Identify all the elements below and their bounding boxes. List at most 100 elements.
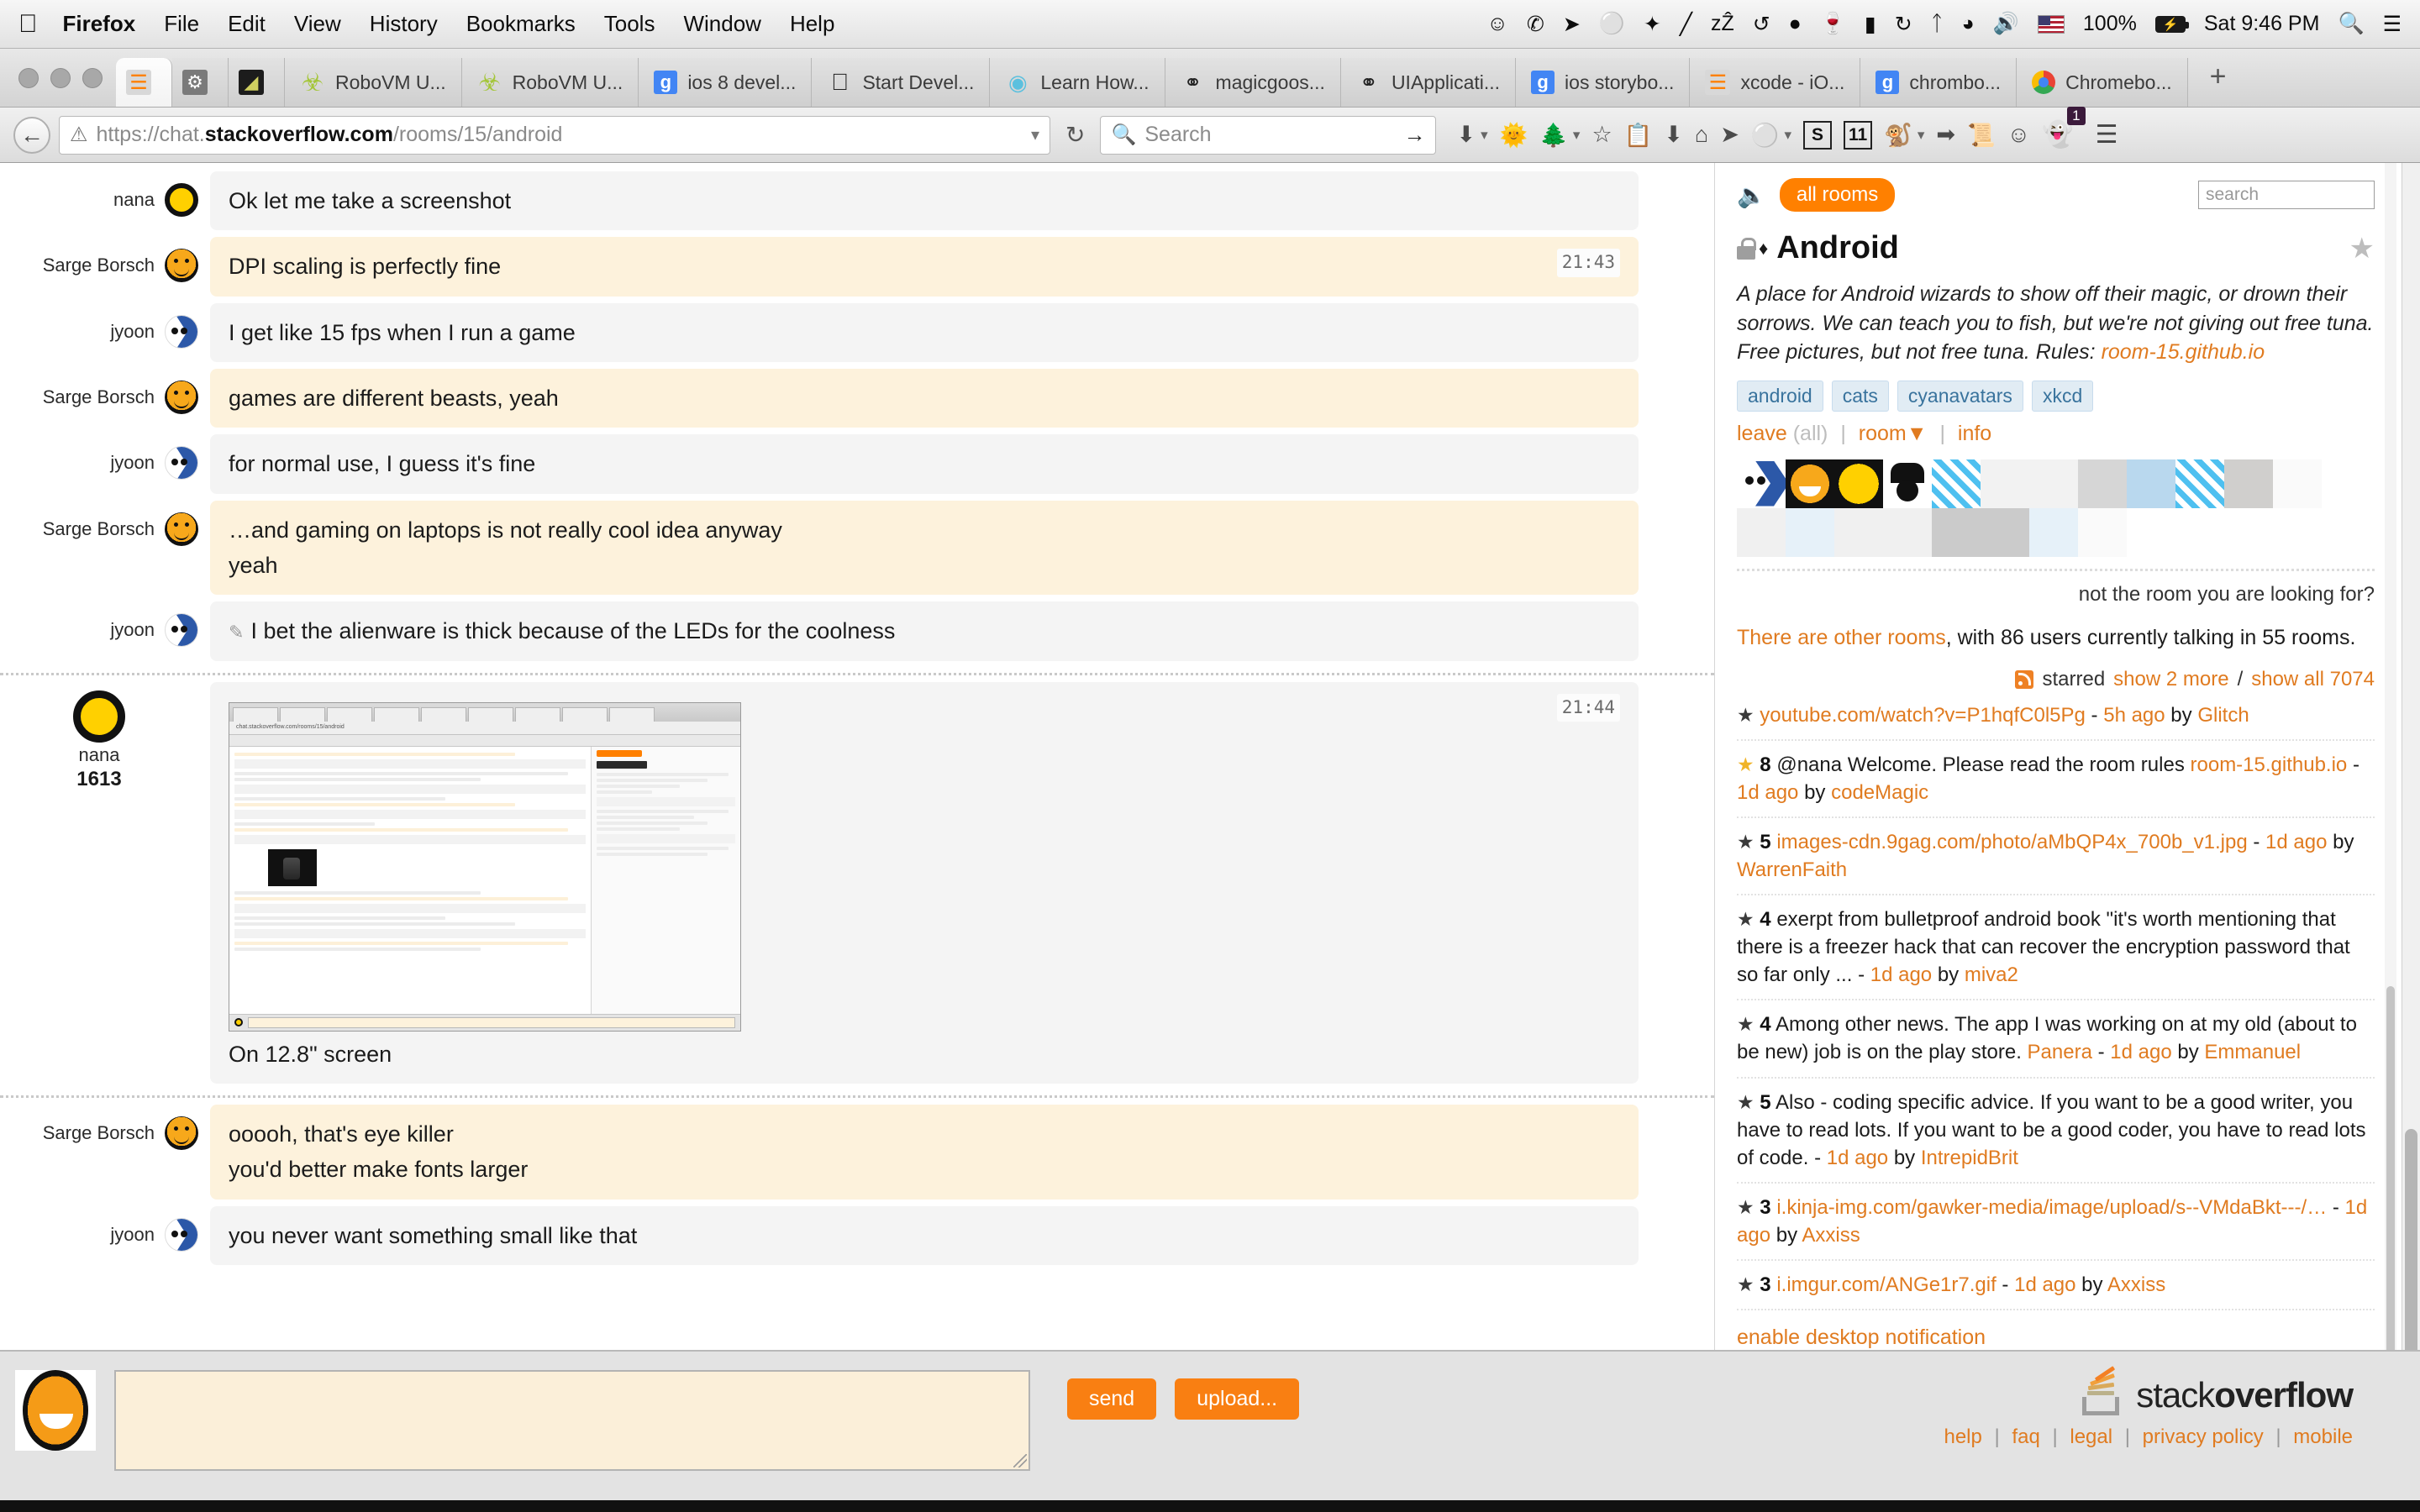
bookmark-star-icon[interactable]: ☆ [1591,122,1612,148]
message-row[interactable]: jyoon ✎ I bet the alienware is thick beca… [0,598,1714,664]
message-row[interactable]: jyoon for normal use, I guess it's fine [0,431,1714,496]
starred-link[interactable]: images-cdn.9gag.com/photo/aMbQP4x_700b_v… [1776,831,2247,853]
user-avatar[interactable] [2273,459,2322,508]
wine-glass-icon[interactable]: 🍷 [1820,12,1846,36]
slash-icon[interactable]: ╱ [1680,12,1692,37]
reload-button[interactable]: ↻ [1059,121,1092,149]
user-avatar[interactable] [1932,507,1981,557]
viber-icon[interactable]: ✆ [1527,12,1544,37]
user-avatar[interactable] [2224,459,2273,508]
message-username[interactable]: nana [79,744,120,766]
menubar-item-view[interactable]: View [294,11,341,37]
leave-room-link[interactable]: leave [1737,422,1787,445]
user-avatar[interactable] [2078,459,2127,508]
menubar-item-tools[interactable]: Tools [604,11,655,37]
person-icon[interactable]: ☺ [1486,12,1508,36]
starred-author[interactable]: miva2 [1965,963,2018,986]
footer-link-mobile[interactable]: mobile [2293,1425,2353,1448]
send-button[interactable]: send [1067,1378,1157,1420]
ghostery-button[interactable]: 👻 1 [2042,107,2086,150]
stylish-icon[interactable]: S [1803,120,1833,150]
avatar[interactable] [73,690,125,743]
avatar[interactable] [165,512,198,546]
room-menu-link[interactable]: room▼ [1859,422,1928,445]
message-input[interactable] [114,1370,1030,1471]
url-bar[interactable]: ⚠ https://chat.stackoverflow.com/rooms/1… [59,115,1050,155]
home-icon[interactable]: ⌂ [1695,122,1708,148]
starred-time[interactable]: 1d ago [1827,1147,1888,1169]
starred-author[interactable]: codeMagic [1831,781,1928,804]
user-avatar[interactable] [1834,459,1883,508]
message-signature[interactable]: jyoon [0,1206,210,1252]
message-row[interactable]: Sarge Borsch ooooh, that's eye killer yo… [0,1101,1714,1203]
browser-tab-13[interactable]: Chromebo... [2017,58,2188,107]
page-scrollbar[interactable] [2402,163,2420,1511]
browser-tab-1[interactable]: ⚙ [172,58,229,107]
avatar[interactable] [165,446,198,480]
starred-message-item[interactable]: ★ 8 @nana Welcome. Please read the room … [1737,741,2375,818]
my-avatar[interactable] [15,1370,96,1451]
starred-author[interactable]: WarrenFaith [1737,858,1847,881]
battery-meter-icon[interactable]: ▮ [1865,12,1876,37]
sidebar-search-input[interactable]: search [2198,181,2375,209]
starred-time[interactable]: 1d ago [1870,963,1932,986]
menubar-item-help[interactable]: Help [790,11,834,37]
rss-icon[interactable] [2015,669,2034,689]
user-avatar[interactable] [1786,459,1834,508]
zoom-level-badge[interactable]: 11 [1844,120,1873,150]
battery-icon[interactable]: ⚡ [2154,15,2189,33]
avatar[interactable] [165,183,198,217]
browser-tab-2[interactable]: ◢ [229,58,285,107]
room-tag[interactable]: cats [1831,380,1889,412]
message-username[interactable]: jyoon [110,321,155,343]
sidebar-scrollbar[interactable] [2385,163,2396,1511]
message-row[interactable]: Sarge Borsch games are different beasts,… [0,365,1714,431]
user-avatar[interactable] [2175,459,2224,508]
us-flag-icon[interactable] [2037,14,2065,34]
message-bubble[interactable]: chat.stackoverflow.com/rooms/15/android [210,681,1639,1084]
browser-tab-5[interactable]: g ios 8 devel... [639,58,813,107]
message-bubble[interactable]: ✎ I bet the alienware is thick because of… [210,601,1639,661]
dropdown-caret-icon[interactable]: ▾ [1918,127,1925,144]
starred-message-item[interactable]: ★ 4 exerpt from bulletproof android book… [1737,895,2375,1001]
avatar[interactable] [165,1217,198,1252]
user-avatar[interactable] [1834,507,1883,557]
clock-label[interactable]: Sat 9:46 PM [2204,12,2320,36]
room-tag[interactable]: cyanavatars [1897,380,2023,412]
favorite-star-icon[interactable]: ★ [2349,232,2375,265]
starred-time[interactable]: 1d ago [2014,1273,2075,1296]
user-avatar[interactable] [2078,507,2127,557]
menubar-item-bookmarks[interactable]: Bookmarks [466,11,576,37]
browser-tab-4[interactable]: ☣ RoboVM U... [461,58,639,107]
message-signature[interactable]: Sarge Borsch [0,237,210,283]
tree-icon[interactable]: 🌲 [1539,122,1568,149]
avatar[interactable] [165,380,198,414]
attached-screenshot[interactable]: chat.stackoverflow.com/rooms/15/android [229,694,1620,1037]
time-machine-icon[interactable]: ↻ [1895,12,1912,37]
message-row[interactable]: nana Ok let me take a screenshot [0,168,1714,234]
browser-tab-9[interactable]: ⚭ UIApplicati... [1340,58,1517,107]
browser-tab-10[interactable]: g ios storybo... [1516,58,1691,107]
message-bubble[interactable]: Ok let me take a screenshot [210,171,1639,231]
enable-desktop-notification-link[interactable]: enable desktop notification [1737,1326,2375,1350]
user-avatar[interactable] [1932,459,1981,508]
starred-author[interactable]: Emmanuel [2204,1041,2301,1063]
starred-message-item[interactable]: ★ 5 Also - coding specific advice. If yo… [1737,1079,2375,1184]
user-avatar[interactable] [1883,459,1932,508]
browser-tab-3[interactable]: ☣ RoboVM U... [285,58,462,107]
lock-camera-icon[interactable]: ● [1789,12,1802,36]
starred-message-item[interactable]: ★ 4 Among other news. The app I was work… [1737,1000,2375,1079]
starred-link[interactable]: room-15.github.io [2191,753,2348,776]
bluetooth-icon[interactable]: ᛏ [1931,12,1944,36]
notification-center-icon[interactable]: ☰ [2383,12,2402,37]
starred-author[interactable]: Glitch [2197,704,2249,727]
weather-icon[interactable]: 🌞 [1500,122,1528,149]
stackoverflow-logo[interactable]: stackoverflow [1944,1366,2354,1415]
avatar[interactable] [165,613,198,648]
starred-link[interactable]: i.imgur.com/ANGe1r7.gif [1776,1273,1996,1296]
smiley-icon[interactable]: ☺ [2007,122,2031,148]
greasemonkey-icon[interactable]: 🐒 [1884,122,1912,149]
footer-link-help[interactable]: help [1944,1425,1981,1448]
telegram-icon[interactable]: ➤ [1563,12,1581,37]
message-username[interactable]: Sarge Borsch [43,386,155,408]
